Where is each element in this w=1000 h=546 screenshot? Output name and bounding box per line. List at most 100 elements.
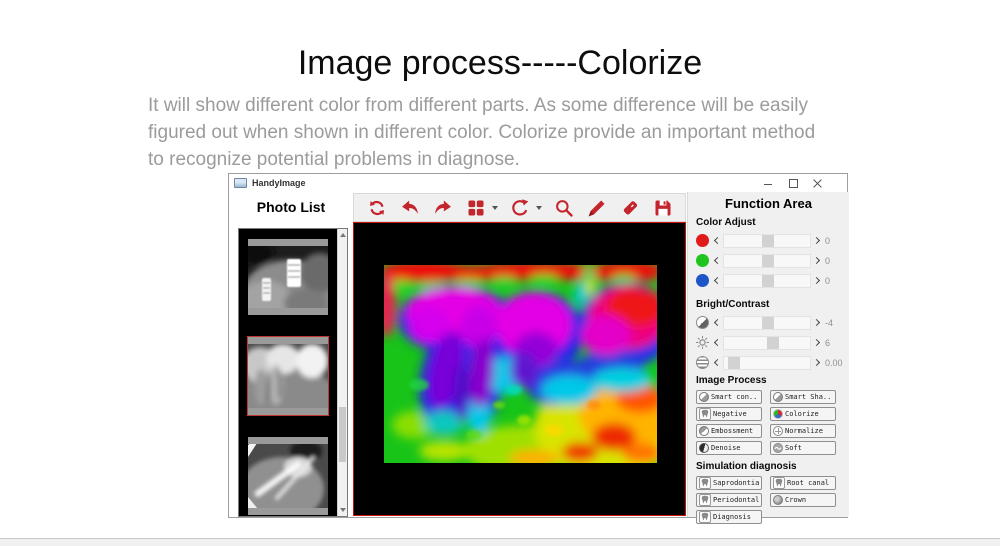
slider-left-arrow-icon[interactable] [713,276,722,285]
slider-left-arrow-icon[interactable] [713,358,722,367]
slider-track[interactable] [723,253,811,268]
photo-list-panel: Photo List [229,192,353,517]
contrast-icon [696,316,709,329]
colorized-xray-image [384,265,657,463]
button-label: Colorize [785,410,819,418]
rotate-icon[interactable] [509,197,531,219]
slider-thumb[interactable] [761,254,774,267]
root-canal-button[interactable]: Root canal [770,476,836,490]
thumbnail-column [239,229,337,516]
slider-right-arrow-icon[interactable] [812,318,821,327]
green-channel-icon [696,254,709,267]
slider-track[interactable] [723,233,811,248]
app-logo-icon [234,178,247,188]
slider-left-arrow-icon[interactable] [713,256,722,265]
green-channel-slider-row: 0 [696,252,841,269]
simulation-diagnosis-label: Simulation diagnosis [696,461,797,472]
slider-right-arrow-icon[interactable] [812,276,821,285]
minimize-button[interactable] [763,178,773,188]
slider-right-arrow-icon[interactable] [812,236,821,245]
slider-track[interactable] [723,355,811,370]
slider-left-arrow-icon[interactable] [713,318,722,327]
thumbnail-instrument-xray[interactable] [248,437,328,515]
description-line: figured out when shown in different colo… [148,122,816,143]
page-description: It will show different color from differ… [148,92,938,173]
negative-button[interactable]: Negative [696,407,762,421]
image-process-buttons: Smart con... Smart Sha... Negative Color… [696,390,841,455]
image-process-label: Image Process [696,375,767,386]
slider-right-arrow-icon[interactable] [812,358,821,367]
embossment-button[interactable]: Embossment [696,424,762,438]
slider-thumb[interactable] [761,274,774,287]
blue-slider-value: 0 [825,275,831,286]
scrollbar-thumb[interactable] [339,406,346,462]
red-channel-slider-row: 0 [696,232,841,249]
redo-icon[interactable] [432,197,454,219]
slider-track[interactable] [723,315,811,330]
bright-contrast-label: Bright/Contrast [696,299,770,310]
refresh-icon[interactable] [366,197,388,219]
soft-button[interactable]: Soft [770,441,836,455]
function-area-title: Function Area [725,196,812,211]
thumbnail-molar-xray-selected[interactable] [247,336,329,416]
rotate-dropdown-icon[interactable] [535,205,542,210]
periodontal-button[interactable]: Periodontal [696,493,762,507]
slider-left-arrow-icon[interactable] [713,236,722,245]
close-button[interactable] [813,178,823,188]
brightness-slider [713,335,821,350]
brightness-slider-row: 6 [696,334,841,351]
slider-right-arrow-icon[interactable] [812,256,821,265]
normalize-button[interactable]: Normalize [770,424,836,438]
scroll-up-icon[interactable] [340,233,346,237]
photo-list-scrollbar[interactable] [337,229,347,516]
contrast-slider-row: -4 [696,314,841,331]
half-circle-icon [773,392,783,402]
blue-channel-icon [696,274,709,287]
smart-contrast-button[interactable]: Smart con... [696,390,762,404]
slider-thumb[interactable] [728,356,741,369]
zoom-icon[interactable] [553,197,575,219]
slider-track[interactable] [723,335,811,350]
wave-circle-icon [773,443,783,453]
denoise-button[interactable]: Denoise [696,441,762,455]
green-slider [713,253,821,268]
slider-track[interactable] [723,273,811,288]
saprodontia-button[interactable]: Saprodontia [696,476,762,490]
slider-left-arrow-icon[interactable] [713,338,722,347]
tag-icon[interactable] [619,197,641,219]
page: Image process-----Colorize It will show … [0,0,1000,546]
crown-button[interactable]: Crown [770,493,836,507]
pen-icon[interactable] [586,197,608,219]
layout-grid-icon[interactable] [465,197,487,219]
image-canvas [353,222,686,516]
contrast-value: -4 [825,317,834,328]
slider-thumb[interactable] [761,234,774,247]
layout-grid-dropdown-icon[interactable] [491,205,498,210]
tooth-icon [773,477,785,489]
page-title: Image process-----Colorize [297,44,703,82]
photo-listbox [238,228,348,517]
scroll-down-icon[interactable] [340,508,346,512]
undo-icon[interactable] [399,197,421,219]
tooth-icon [699,494,711,506]
maximize-button[interactable] [788,178,798,188]
emboss-circle-icon [699,426,709,436]
tooth-icon [699,477,711,489]
tooth-icon [699,408,711,420]
button-label: Crown [785,496,807,504]
slider-thumb[interactable] [761,316,774,329]
slider-thumb[interactable] [767,336,779,349]
blue-slider [713,273,821,288]
gamma-icon [696,356,709,369]
slider-right-arrow-icon[interactable] [812,338,821,347]
thumbnail-implant-xray[interactable] [248,239,328,315]
smart-sharpen-button[interactable]: Smart Sha... [770,390,836,404]
half-dark-circle-icon [699,443,709,453]
crosshair-circle-icon [773,426,783,436]
colorize-button[interactable]: Colorize [770,407,836,421]
save-icon[interactable] [652,197,674,219]
image-toolbar [353,193,686,222]
button-label: Saprodontia [713,479,759,487]
diagnosis-button[interactable]: Diagnosis [696,510,762,524]
button-label: Diagnosis [713,513,751,521]
